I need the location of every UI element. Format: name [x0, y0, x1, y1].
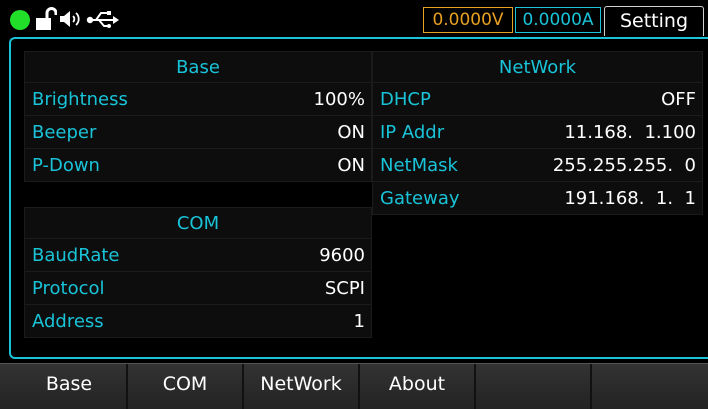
usb-icon: [86, 11, 119, 28]
setting-row-netmask[interactable]: NetMask 255.255.255. 0: [372, 149, 703, 182]
row-value: SCPI: [324, 278, 365, 299]
setting-row-ip-addr[interactable]: IP Addr 11.168. 1.100: [372, 116, 703, 149]
com-panel-title: COM: [24, 207, 372, 239]
row-value: ON: [337, 155, 365, 176]
setting-row-brightness[interactable]: Brightness 100%: [24, 83, 372, 116]
current-readout: 0.0000A: [515, 7, 601, 33]
row-label: Brightness: [32, 89, 128, 110]
status-indicator-icon: [10, 10, 30, 30]
network-panel: NetWork DHCP OFF IP Addr 11.168. 1.100 N…: [372, 51, 703, 215]
menu-button-base[interactable]: Base: [12, 364, 128, 409]
setting-row-address[interactable]: Address 1: [24, 305, 372, 338]
row-label: Gateway: [380, 188, 460, 209]
setting-row-baudrate[interactable]: BaudRate 9600: [24, 239, 372, 272]
speaker-icon: [60, 11, 80, 27]
row-value: 11.168. 1.100: [564, 122, 696, 143]
menu-button-com[interactable]: COM: [128, 364, 244, 409]
row-value: 255.255.255. 0: [552, 155, 696, 176]
menu-button-about[interactable]: About: [360, 364, 476, 409]
row-label: BaudRate: [32, 245, 120, 266]
menu-button-empty-6[interactable]: [592, 364, 708, 409]
base-panel: Base Brightness 100% Beeper ON P-Down ON: [24, 51, 372, 182]
network-panel-title: NetWork: [372, 51, 703, 83]
row-value: 100%: [313, 89, 365, 110]
row-label: Beeper: [32, 122, 97, 143]
row-label: P-Down: [32, 155, 100, 176]
base-panel-title: Base: [24, 51, 372, 83]
setting-row-p-down[interactable]: P-Down ON: [24, 149, 372, 182]
row-label: Protocol: [32, 278, 105, 299]
row-value: OFF: [661, 89, 696, 110]
row-value: 191.168. 1. 1: [564, 188, 696, 209]
voltage-readout: 0.0000V: [423, 7, 513, 33]
softkey-menu: Base COM NetWork About: [0, 363, 708, 409]
row-label: IP Addr: [380, 122, 445, 143]
unlock-icon: [36, 7, 57, 30]
menu-button-empty-5[interactable]: [476, 364, 592, 409]
row-label: Address: [32, 311, 104, 332]
row-label: DHCP: [380, 89, 431, 110]
tab-setting[interactable]: Setting: [604, 6, 704, 36]
setting-row-protocol[interactable]: Protocol SCPI: [24, 272, 372, 305]
menu-button-network[interactable]: NetWork: [244, 364, 360, 409]
row-label: NetMask: [380, 155, 458, 176]
row-value: ON: [337, 122, 365, 143]
com-panel: COM BaudRate 9600 Protocol SCPI Address …: [24, 207, 372, 338]
status-bar: 0.0000V 0.0000A Setting: [0, 0, 708, 40]
row-value: 1: [353, 311, 365, 332]
setting-row-beeper[interactable]: Beeper ON: [24, 116, 372, 149]
settings-frame: Base Brightness 100% Beeper ON P-Down ON…: [9, 37, 708, 359]
setting-row-dhcp[interactable]: DHCP OFF: [372, 83, 703, 116]
row-value: 9600: [319, 245, 365, 266]
setting-row-gateway[interactable]: Gateway 191.168. 1. 1: [372, 182, 703, 215]
